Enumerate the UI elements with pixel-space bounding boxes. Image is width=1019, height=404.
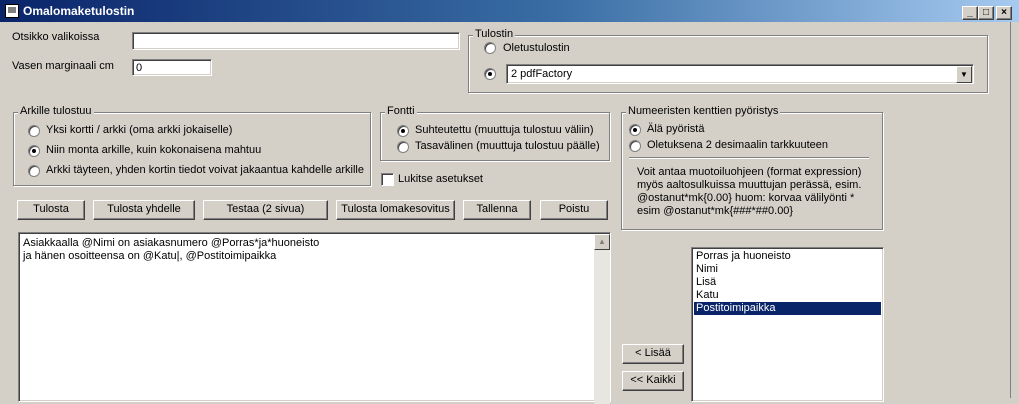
printer-select-radio[interactable] xyxy=(484,68,496,80)
print-button[interactable]: Tulosta xyxy=(17,200,85,220)
print-single-button[interactable]: Tulosta yhdelle xyxy=(93,200,195,220)
app-icon[interactable] xyxy=(5,4,19,18)
per-sheet-radio-2[interactable] xyxy=(28,145,40,157)
title-bar[interactable]: Omalomaketulostin _ □ × xyxy=(0,0,1019,22)
rounding-none-radio[interactable] xyxy=(629,124,641,136)
close-button[interactable]: × xyxy=(996,6,1012,20)
scroll-up-icon[interactable]: ▲ xyxy=(594,234,610,250)
title-field-box[interactable] xyxy=(132,32,460,50)
editor-text[interactable]: Asiakkaalla @Nimi on asiakasnumero @Porr… xyxy=(23,237,319,263)
info-line: Voit antaa muotoiluohjeen (format expres… xyxy=(637,166,862,178)
rounding-info: Voit antaa muotoiluohjeen (format expres… xyxy=(637,166,861,218)
font-proportional-label[interactable]: Suhteutettu (muuttuja tulostuu väliin) xyxy=(415,124,594,136)
rounding-2dec-label[interactable]: Oletuksena 2 desimaalin tarkkuuteen xyxy=(647,139,828,151)
per-sheet-label-3[interactable]: Arkki täyteen, yhden kortin tiedot voiva… xyxy=(46,164,364,176)
printer-dropdown-value: 2 pdfFactory xyxy=(511,68,573,80)
add-button[interactable]: < Lisää xyxy=(622,344,684,364)
per-sheet-legend: Arkille tulostuu xyxy=(18,105,94,117)
editor-scrollbar[interactable]: ▲ xyxy=(594,234,610,404)
title-input[interactable] xyxy=(133,33,459,49)
margin-field-box[interactable] xyxy=(132,59,212,76)
rounding-none-label[interactable]: Älä pyöristä xyxy=(647,123,704,135)
lock-settings-checkbox[interactable] xyxy=(381,173,394,186)
margin-label: Vasen marginaali cm xyxy=(12,60,114,72)
info-line: @ostanut*mk{0.00} huom: korvaa välilyönt… xyxy=(637,192,855,204)
margin-input[interactable] xyxy=(133,60,211,75)
title-label: Otsikko valikoissa xyxy=(12,31,100,43)
maximize-icon: □ xyxy=(982,7,990,18)
font-monospace-label[interactable]: Tasavälinen (muuttuja tulostuu päälle) xyxy=(415,140,600,152)
add-all-button[interactable]: << Kaikki xyxy=(622,371,684,391)
list-item[interactable]: Katu xyxy=(694,289,881,302)
editor-line: ja hänen osoitteensa on @Katu|, @Postito… xyxy=(23,250,277,262)
rounding-legend: Numeeristen kenttien pyöristys xyxy=(626,105,781,117)
lock-settings-label[interactable]: Lukitse asetukset xyxy=(398,173,483,185)
printer-dropdown[interactable]: 2 pdfFactory ▼ xyxy=(506,64,974,84)
close-icon: × xyxy=(1001,7,1007,18)
save-button[interactable]: Tallenna xyxy=(463,200,531,220)
font-proportional-radio[interactable] xyxy=(397,125,409,137)
printer-legend: Tulostin xyxy=(473,28,516,40)
font-legend: Fontti xyxy=(385,105,417,117)
field-list[interactable]: Porras ja huoneisto Nimi Lisä Katu Posti… xyxy=(691,247,884,402)
list-item-selected[interactable]: Postitoimipaikka xyxy=(694,302,881,315)
editor-line: Asiakkaalla @Nimi on asiakasnumero @Porr… xyxy=(23,237,320,249)
window-title: Omalomaketulostin xyxy=(23,4,135,18)
per-sheet-label-2[interactable]: Niin monta arkille, kuin kokonaisena mah… xyxy=(46,144,261,156)
chevron-down-icon[interactable]: ▼ xyxy=(956,66,972,83)
rounding-separator xyxy=(629,157,869,159)
info-line: myös aaltosulkuissa muuttujan perässä, e… xyxy=(637,179,862,191)
test-button[interactable]: Testaa (2 sivua) xyxy=(203,200,328,220)
printer-default-label[interactable]: Oletustulostin xyxy=(503,42,570,54)
print-fit-button[interactable]: Tulosta lomakesovitus xyxy=(336,200,455,220)
minimize-button[interactable]: _ xyxy=(962,6,978,20)
maximize-button[interactable]: □ xyxy=(978,6,994,20)
rounding-2dec-radio[interactable] xyxy=(629,140,641,152)
minimize-icon: _ xyxy=(967,7,973,18)
template-editor[interactable]: Asiakkaalla @Nimi on asiakasnumero @Porr… xyxy=(18,232,611,404)
exit-button[interactable]: Poistu xyxy=(540,200,608,220)
info-line: esim @ostanut*mk{###*##0.00} xyxy=(637,205,794,217)
per-sheet-radio-1[interactable] xyxy=(28,125,40,137)
font-monospace-radio[interactable] xyxy=(397,141,409,153)
list-item[interactable]: Nimi xyxy=(694,263,881,276)
window-right-edge xyxy=(1010,22,1019,398)
field-list-items: Porras ja huoneisto Nimi Lisä Katu Posti… xyxy=(694,250,881,315)
per-sheet-label-1[interactable]: Yksi kortti / arkki (oma arkki jokaisell… xyxy=(46,124,232,136)
font-group xyxy=(380,112,610,161)
printer-default-radio[interactable] xyxy=(484,42,496,54)
list-item[interactable]: Lisä xyxy=(694,276,881,289)
list-item[interactable]: Porras ja huoneisto xyxy=(694,250,881,263)
per-sheet-radio-3[interactable] xyxy=(28,165,40,177)
